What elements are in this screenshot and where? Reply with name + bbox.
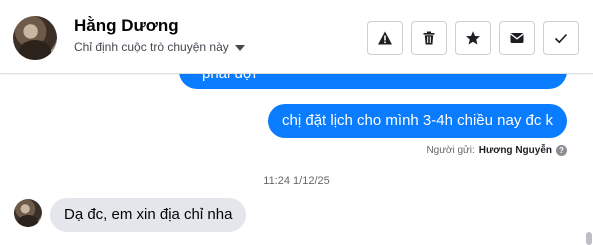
envelope-icon: [510, 33, 524, 43]
contact-avatar-small[interactable]: [14, 199, 42, 227]
assign-conversation-dropdown[interactable]: Chỉ định cuộc trò chuyện này: [74, 40, 245, 54]
message-timestamp: 11:24 1/12/25: [263, 175, 330, 187]
contact-avatar[interactable]: [13, 16, 57, 60]
trash-icon: [423, 31, 435, 45]
help-icon[interactable]: ?: [556, 145, 567, 156]
header-actions: [367, 21, 579, 55]
outgoing-message[interactable]: chị đặt lịch cho mình 3-4h chiều nay đc …: [268, 104, 567, 138]
outgoing-message-partial[interactable]: phải đợi: [179, 74, 567, 89]
message-thread[interactable]: phải đợi chị đặt lịch cho mình 3-4h chiề…: [0, 74, 593, 245]
report-button[interactable]: [367, 21, 403, 55]
warning-icon: [378, 31, 392, 45]
assign-conversation-label: Chỉ định cuộc trò chuyện này: [74, 40, 229, 54]
check-icon: [554, 33, 568, 44]
delete-button[interactable]: [411, 21, 447, 55]
star-icon: [466, 31, 480, 45]
sender-info: Người gửi: Hương Nguyễn ?: [426, 145, 567, 156]
mark-done-button[interactable]: [543, 21, 579, 55]
conversation-header: Hằng Dương Chỉ định cuộc trò chuyện này: [0, 0, 593, 74]
star-button[interactable]: [455, 21, 491, 55]
sender-label: Người gửi:: [426, 145, 475, 156]
contact-name[interactable]: Hằng Dương: [74, 16, 179, 36]
caret-down-icon: [234, 44, 245, 51]
incoming-message[interactable]: Dạ đc, em xin địa chỉ nha: [50, 198, 247, 232]
sender-name: Hương Nguyễn: [478, 145, 552, 156]
mark-unread-button[interactable]: [499, 21, 535, 55]
scrollbar-thumb[interactable]: [586, 232, 592, 245]
